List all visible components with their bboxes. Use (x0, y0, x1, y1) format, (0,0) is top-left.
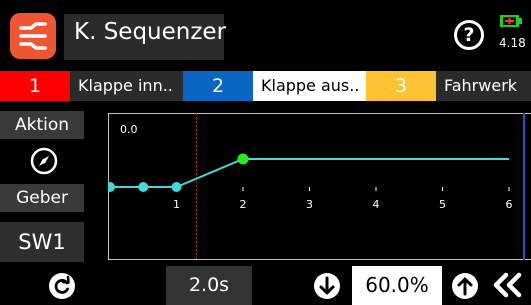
x-tick-label-2: 2 (240, 198, 247, 211)
series-point-2 (171, 182, 182, 192)
sequence-chart[interactable]: 0.0 1 2 3 4 5 6 (108, 113, 531, 260)
arrow-down-icon[interactable] (313, 272, 341, 300)
source-value[interactable]: SW1 (0, 222, 84, 262)
sequencer-app-icon[interactable] (10, 13, 56, 59)
action-label: Aktion (0, 111, 84, 139)
x-tick-label-1: 1 (173, 198, 180, 211)
selected-point (237, 153, 249, 165)
x-tick-label-5: 5 (439, 198, 446, 211)
time-value[interactable]: 2.0s (166, 266, 252, 305)
value-field[interactable]: 60.0% (352, 266, 442, 305)
reset-icon[interactable] (48, 272, 76, 300)
tab-3-label[interactable]: Fahrwerk (436, 71, 531, 101)
tab-2-number[interactable]: 2 (183, 71, 253, 101)
x-tick-label-3: 3 (306, 198, 313, 211)
source-label: Geber (0, 184, 84, 212)
tab-2-label[interactable]: Klappe aus.. (253, 71, 366, 101)
battery-value: 4.18 (499, 36, 526, 50)
page-title: K. Sequenzer (74, 19, 227, 45)
tab-1-label[interactable]: Klappe inn.. (70, 71, 183, 101)
x-tick-label-6: 6 (506, 198, 513, 211)
back-double-chevron-icon[interactable] (486, 270, 531, 300)
tab-3-number[interactable]: 3 (366, 71, 436, 101)
tab-1-number[interactable]: 1 (0, 71, 70, 101)
help-button[interactable]: ? (454, 20, 484, 50)
sequencer-icon (19, 22, 47, 50)
arrow-up-icon[interactable] (451, 272, 479, 300)
compass-icon[interactable] (30, 147, 58, 175)
x-tick-label-4: 4 (373, 198, 380, 211)
series-point-0 (108, 182, 115, 192)
battery-icon (500, 15, 522, 27)
series-line-0 (110, 158, 509, 188)
series-point-1 (138, 182, 149, 192)
chart-top-label: 0.0 (120, 123, 138, 136)
